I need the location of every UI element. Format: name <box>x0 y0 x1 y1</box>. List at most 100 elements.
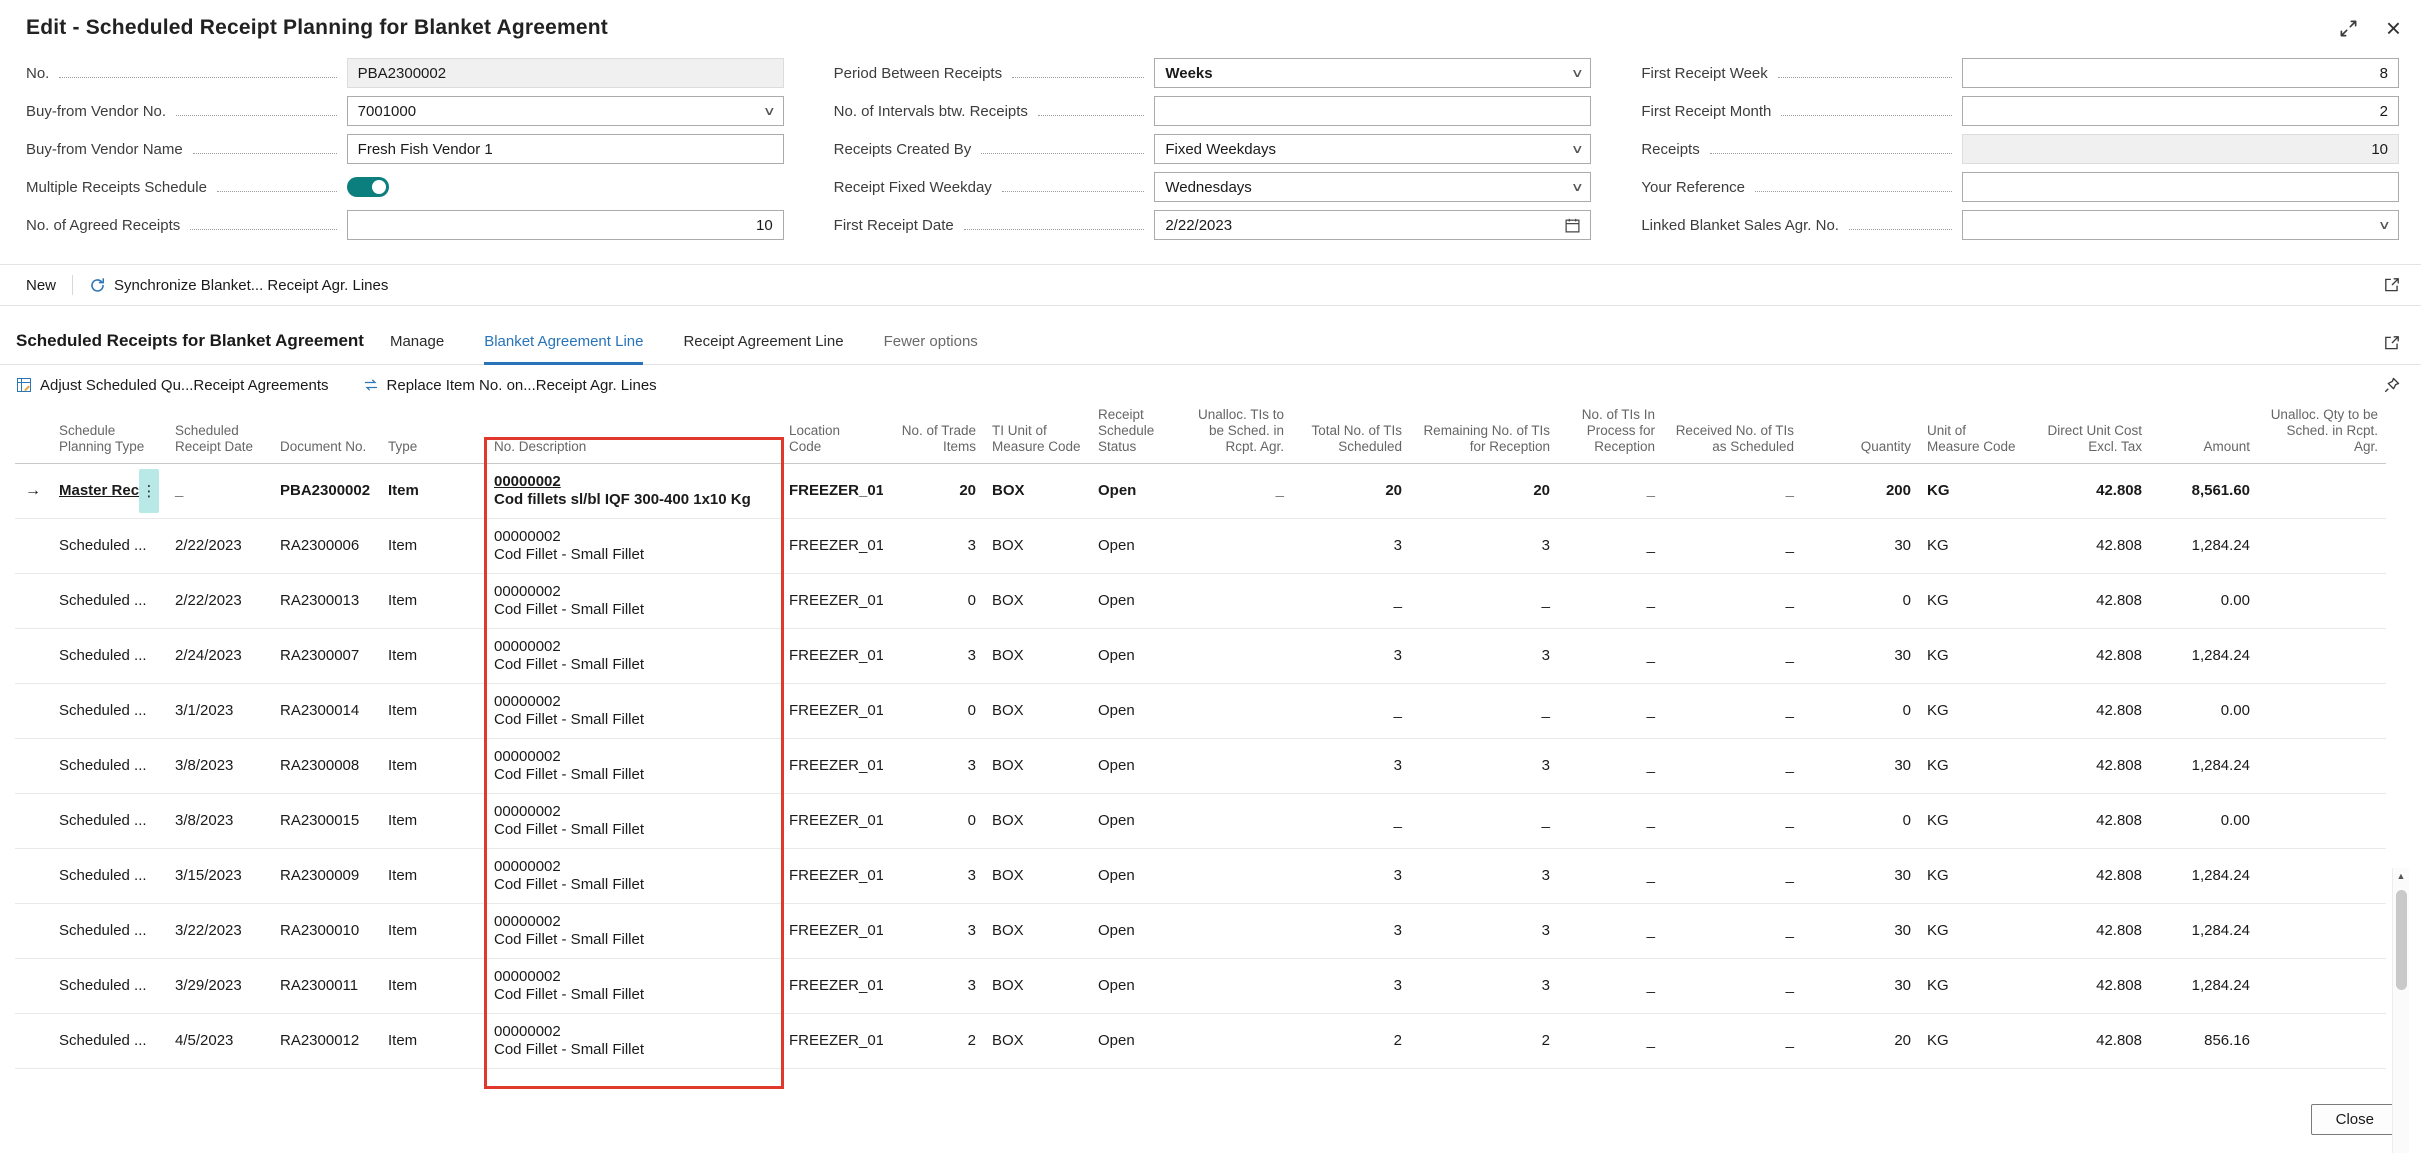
column-header-total_tis[interactable]: Total No. of TIs Scheduled <box>1292 405 1410 463</box>
cell-type[interactable]: Item <box>380 518 486 573</box>
row-selector-cell[interactable] <box>15 848 51 903</box>
cell-uom[interactable]: KG <box>1919 903 2028 958</box>
cell-total_tis[interactable]: 3 <box>1292 958 1410 1013</box>
cell-location_code[interactable]: FREEZER_01 <box>781 793 883 848</box>
cell-unalloc_qty[interactable] <box>2258 518 2386 573</box>
cell-item[interactable]: 00000002Cod Fillet - Small Fillet <box>486 683 781 738</box>
cell-document_no[interactable]: RA2300010 <box>272 903 380 958</box>
cell-document_no[interactable]: RA2300013 <box>272 573 380 628</box>
column-header-amount[interactable]: Amount <box>2150 405 2258 463</box>
cell-total_tis[interactable]: 3 <box>1292 903 1410 958</box>
buy-from-vendor-name-input[interactable] <box>347 134 784 164</box>
cell-planning_type[interactable]: Scheduled ... <box>51 958 167 1013</box>
cell-type[interactable]: Item <box>380 628 486 683</box>
pin-icon[interactable] <box>2383 376 2401 394</box>
cell-amount[interactable]: 1,284.24 <box>2150 738 2258 793</box>
linked-blanket-sales-agr-no-select[interactable]: ∨ <box>1962 210 2399 240</box>
table-row[interactable]: Scheduled ...3/8/2023RA2300008Item000000… <box>15 738 2386 793</box>
cell-quantity[interactable]: 30 <box>1802 518 1919 573</box>
cell-unalloc_tis[interactable] <box>1186 683 1292 738</box>
cell-status[interactable]: Open <box>1090 573 1186 628</box>
first-receipt-month-input[interactable] <box>1962 96 2399 126</box>
row-selector-cell[interactable]: → <box>15 463 51 518</box>
cell-ti_uom[interactable]: BOX <box>984 1013 1090 1068</box>
cell-quantity[interactable]: 200 <box>1802 463 1919 518</box>
cell-total_tis[interactable]: 20 <box>1292 463 1410 518</box>
cell-total_tis[interactable]: _ <box>1292 683 1410 738</box>
cell-remaining_tis[interactable]: 3 <box>1410 958 1558 1013</box>
cell-receipt_date[interactable]: 3/1/2023 <box>167 683 272 738</box>
column-header-trade_items[interactable]: No. of Trade Items <box>883 405 984 463</box>
row-selector-cell[interactable] <box>15 1013 51 1068</box>
row-selector-cell[interactable] <box>15 903 51 958</box>
table-row[interactable]: Scheduled ...2/22/2023RA2300013Item00000… <box>15 573 2386 628</box>
table-row[interactable]: Scheduled ...3/8/2023RA2300015Item000000… <box>15 793 2386 848</box>
receipt-fixed-weekday-select[interactable]: Wednesdays ∨ <box>1154 172 1591 202</box>
cell-unalloc_qty[interactable] <box>2258 848 2386 903</box>
cell-trade_items[interactable]: 3 <box>883 903 984 958</box>
cell-status[interactable]: Open <box>1090 518 1186 573</box>
cell-status[interactable]: Open <box>1090 848 1186 903</box>
cell-trade_items[interactable]: 20 <box>883 463 984 518</box>
cell-receipt_date[interactable]: 3/29/2023 <box>167 958 272 1013</box>
cell-amount[interactable]: 1,284.24 <box>2150 848 2258 903</box>
column-header-location_code[interactable]: Location Code <box>781 405 883 463</box>
cell-uom[interactable]: KG <box>1919 1013 2028 1068</box>
cell-location_code[interactable]: FREEZER_01 <box>781 958 883 1013</box>
cell-uom[interactable]: KG <box>1919 683 2028 738</box>
row-selector-cell[interactable] <box>15 683 51 738</box>
cell-document_no[interactable]: RA2300012 <box>272 1013 380 1068</box>
cell-planning_type[interactable]: Scheduled ... <box>51 903 167 958</box>
cell-status[interactable]: Open <box>1090 738 1186 793</box>
cell-planning_type[interactable]: Master Rec...⋮ <box>51 463 167 518</box>
cell-uom[interactable]: KG <box>1919 628 2028 683</box>
cell-unalloc_tis[interactable] <box>1186 793 1292 848</box>
cell-trade_items[interactable]: 3 <box>883 848 984 903</box>
table-row[interactable]: Scheduled ...3/22/2023RA2300010Item00000… <box>15 903 2386 958</box>
cell-quantity[interactable]: 30 <box>1802 903 1919 958</box>
cell-item[interactable]: 00000002Cod Fillet - Small Fillet <box>486 793 781 848</box>
your-reference-input[interactable] <box>1962 172 2399 202</box>
cell-type[interactable]: Item <box>380 903 486 958</box>
cell-trade_items[interactable]: 3 <box>883 958 984 1013</box>
cell-amount[interactable]: 1,284.24 <box>2150 958 2258 1013</box>
cell-planning_type[interactable]: Scheduled ... <box>51 848 167 903</box>
cell-ti_uom[interactable]: BOX <box>984 848 1090 903</box>
cell-receipt_date[interactable]: 4/5/2023 <box>167 1013 272 1068</box>
row-selector-cell[interactable] <box>15 793 51 848</box>
cell-unalloc_tis[interactable] <box>1186 848 1292 903</box>
cell-in_process_tis[interactable]: _ <box>1558 463 1663 518</box>
cell-status[interactable]: Open <box>1090 793 1186 848</box>
cell-document_no[interactable]: RA2300015 <box>272 793 380 848</box>
cell-ti_uom[interactable]: BOX <box>984 958 1090 1013</box>
cell-received_tis[interactable]: _ <box>1663 683 1802 738</box>
cell-location_code[interactable]: FREEZER_01 <box>781 848 883 903</box>
cell-uom[interactable]: KG <box>1919 958 2028 1013</box>
column-header-received_tis[interactable]: Received No. of TIs as Scheduled <box>1663 405 1802 463</box>
cell-status[interactable]: Open <box>1090 628 1186 683</box>
cell-document_no[interactable]: RA2300009 <box>272 848 380 903</box>
cell-status[interactable]: Open <box>1090 958 1186 1013</box>
cell-receipt_date[interactable]: 2/24/2023 <box>167 628 272 683</box>
cell-receipt_date[interactable]: 3/8/2023 <box>167 793 272 848</box>
cell-ti_uom[interactable]: BOX <box>984 683 1090 738</box>
cell-in_process_tis[interactable]: _ <box>1558 1013 1663 1068</box>
cell-trade_items[interactable]: 3 <box>883 518 984 573</box>
cell-status[interactable]: Open <box>1090 1013 1186 1068</box>
cell-status[interactable]: Open <box>1090 903 1186 958</box>
cell-uom[interactable]: KG <box>1919 738 2028 793</box>
cell-trade_items[interactable]: 0 <box>883 573 984 628</box>
cell-ti_uom[interactable]: BOX <box>984 793 1090 848</box>
cell-in_process_tis[interactable]: _ <box>1558 958 1663 1013</box>
cell-received_tis[interactable]: _ <box>1663 628 1802 683</box>
cell-amount[interactable]: 1,284.24 <box>2150 628 2258 683</box>
cell-unalloc_qty[interactable] <box>2258 463 2386 518</box>
cell-unalloc_tis[interactable] <box>1186 1013 1292 1068</box>
row-selector-cell[interactable] <box>15 958 51 1013</box>
cell-unalloc_qty[interactable] <box>2258 628 2386 683</box>
cell-type[interactable]: Item <box>380 848 486 903</box>
cell-ti_uom[interactable]: BOX <box>984 463 1090 518</box>
row-selector-cell[interactable] <box>15 518 51 573</box>
cell-unalloc_tis[interactable] <box>1186 573 1292 628</box>
cell-received_tis[interactable]: _ <box>1663 903 1802 958</box>
